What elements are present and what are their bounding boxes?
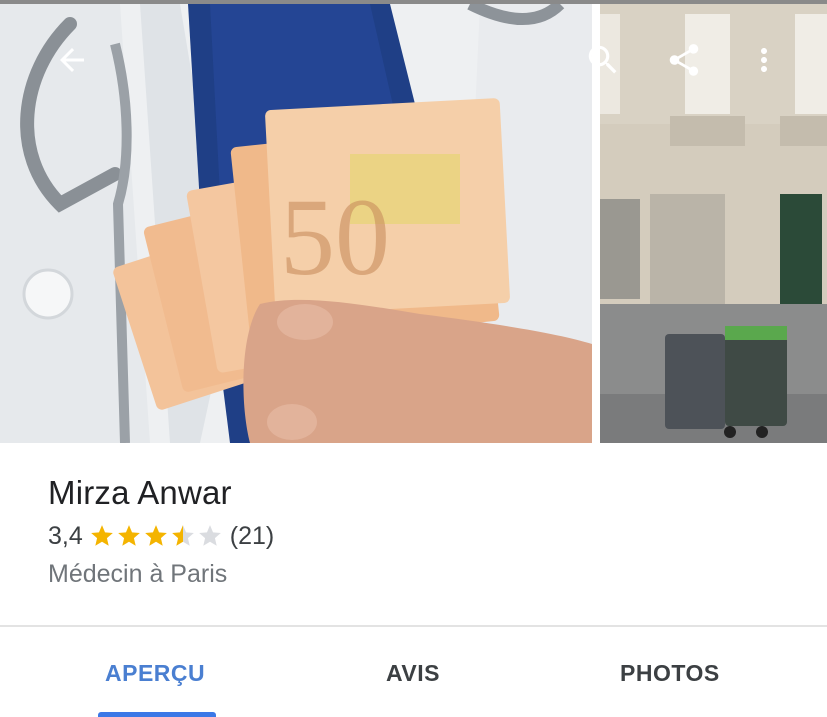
share-button[interactable]: [664, 40, 704, 80]
star-full-icon: [90, 525, 113, 546]
search-icon: [588, 45, 617, 74]
rating-row[interactable]: 3,4 (21): [48, 519, 274, 553]
tab-apercu[interactable]: APERÇU: [105, 660, 205, 687]
place-name: Mirza Anwar: [48, 474, 232, 511]
star-full-icon: [144, 525, 167, 546]
place-category: Médecin à Paris: [48, 560, 228, 588]
share-icon: [669, 44, 699, 76]
star-full-icon: [117, 525, 140, 546]
svg-text:50: 50: [280, 176, 390, 298]
photo-strip[interactable]: 50: [0, 0, 827, 443]
more-vert-icon: [761, 48, 767, 72]
rating-stars: [89, 523, 224, 549]
status-line: [0, 0, 827, 4]
star-half-icon: [171, 525, 194, 546]
arrow-left-icon: [60, 48, 84, 72]
divider: [0, 625, 827, 627]
back-button[interactable]: [52, 40, 92, 80]
building-facade-illustration: [600, 4, 827, 443]
photo-side[interactable]: [600, 4, 827, 443]
star-empty-icon: [198, 525, 221, 546]
tab-avis[interactable]: AVIS: [386, 660, 440, 687]
review-count[interactable]: (21): [230, 522, 274, 551]
tab-photos[interactable]: PHOTOS: [620, 660, 720, 687]
more-options-button[interactable]: [744, 40, 784, 80]
search-button[interactable]: [583, 40, 623, 80]
active-tab-indicator: [98, 712, 216, 717]
rating-value: 3,4: [48, 521, 83, 550]
